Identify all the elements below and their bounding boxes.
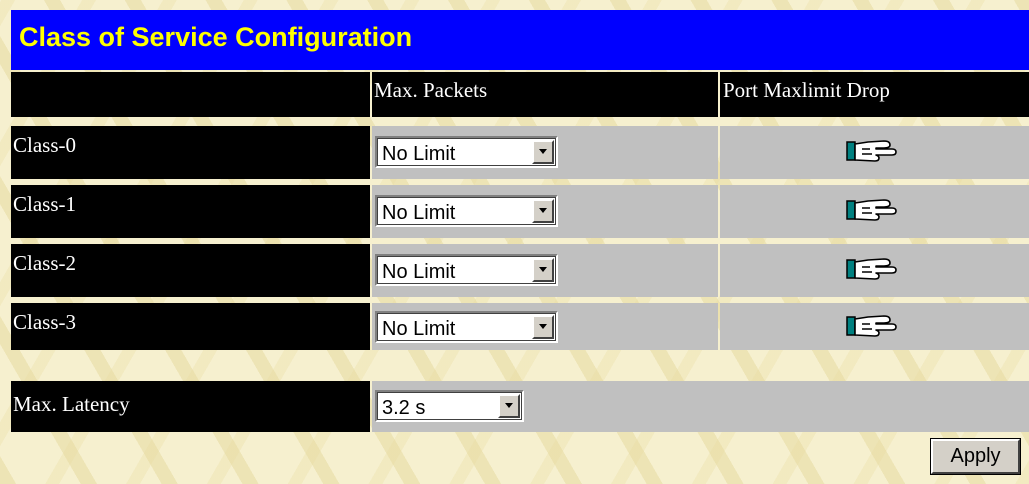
table-row-label: Class-2 (11, 244, 370, 297)
chevron-down-icon[interactable] (532, 258, 554, 282)
pointing-hand-icon[interactable] (846, 197, 906, 223)
max-latency-label: Max. Latency (13, 392, 130, 416)
chevron-down-icon[interactable] (532, 199, 554, 223)
max-packets-select-class-3[interactable]: No Limit (375, 311, 558, 343)
header-max-packets: Max. Packets (372, 72, 718, 117)
port-maxlimit-drop-cell (720, 185, 1029, 238)
max-latency-select[interactable]: 3.2 s (375, 390, 524, 422)
port-maxlimit-drop-cell (720, 244, 1029, 297)
header-corner-cell (11, 72, 370, 117)
table-row-label: Class-1 (11, 185, 370, 238)
select-value: No Limit (382, 202, 456, 224)
page-title: Class of Service Configuration (19, 22, 413, 52)
header-max-packets-label: Max. Packets (374, 78, 488, 102)
table-row-label: Class-0 (11, 126, 370, 179)
pointing-hand-icon[interactable] (846, 313, 906, 339)
port-maxlimit-drop-cell (720, 303, 1029, 350)
max-packets-select-class-2[interactable]: No Limit (375, 254, 558, 286)
pointing-hand-icon[interactable] (846, 138, 906, 164)
chevron-down-icon[interactable] (532, 315, 554, 339)
pointing-hand-icon[interactable] (846, 256, 906, 282)
max-packets-select-class-1[interactable]: No Limit (375, 195, 558, 227)
select-value: No Limit (382, 318, 456, 340)
max-packets-cell: No Limit (372, 126, 718, 179)
class-label: Class-2 (13, 251, 76, 275)
header-port-maxlimit-drop-label: Port Maxlimit Drop (723, 78, 890, 102)
chevron-down-icon[interactable] (498, 394, 520, 418)
class-label: Class-1 (13, 192, 76, 216)
max-packets-cell: No Limit (372, 303, 718, 350)
title-bar: Class of Service Configuration (11, 10, 1029, 70)
chevron-down-icon[interactable] (532, 140, 554, 164)
port-maxlimit-drop-cell (720, 126, 1029, 179)
max-packets-cell: No Limit (372, 185, 718, 238)
class-label: Class-3 (13, 310, 76, 334)
select-value: 3.2 s (382, 397, 426, 419)
table-row-label: Class-3 (11, 303, 370, 350)
apply-button[interactable]: Apply (930, 438, 1021, 475)
class-label: Class-0 (13, 133, 76, 157)
max-latency-label-cell: Max. Latency (11, 381, 370, 432)
header-port-maxlimit-drop: Port Maxlimit Drop (720, 72, 1029, 117)
select-value: No Limit (382, 143, 456, 165)
max-latency-control-cell: 3.2 s (372, 381, 1029, 432)
max-packets-cell: No Limit (372, 244, 718, 297)
max-packets-select-class-0[interactable]: No Limit (375, 136, 558, 168)
select-value: No Limit (382, 261, 456, 283)
